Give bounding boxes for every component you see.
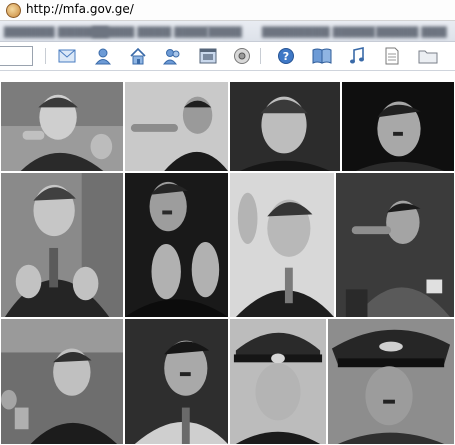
photo-grid (0, 76, 455, 445)
icon-toolbar: ? (0, 42, 455, 71)
folder-icon[interactable] (418, 46, 438, 66)
portrait-image (328, 319, 454, 444)
document-icon[interactable] (382, 46, 402, 66)
blurred-link[interactable]: ▇▇▇▇ (208, 25, 242, 38)
portrait-image (1, 82, 123, 171)
portrait-image (230, 319, 326, 444)
photo-tile[interactable] (124, 81, 229, 172)
home-icon[interactable] (128, 46, 148, 66)
portrait-image (125, 319, 228, 444)
links-toolbar: ▇▇▇▇▇▇ ▇▇▇▇▇▇ ▇▇▇▇▇ ▇▇▇▇ ▇▇▇▇ ▇▇▇▇ ▇▇▇▇▇… (0, 21, 455, 42)
window-icon[interactable] (198, 46, 218, 66)
mail-icon[interactable] (57, 46, 77, 66)
address-bar[interactable]: http://mfa.gov.ge/ (0, 0, 455, 21)
photo-tile[interactable] (0, 172, 124, 318)
blurred-link[interactable]: ▇▇▇▇▇ ▇▇▇▇ ▇▇▇▇ (92, 25, 208, 38)
portrait-image (342, 82, 454, 171)
blurred-link[interactable]: ▇▇▇▇▇▇▇▇ ▇▇▇▇▇ (262, 25, 375, 38)
photo-tile[interactable] (0, 81, 124, 172)
search-input[interactable] (0, 46, 33, 66)
portrait-image (336, 173, 454, 317)
toolbar-separator (45, 48, 46, 64)
portrait-image (1, 319, 123, 444)
media-icon[interactable] (232, 46, 252, 66)
photo-tile[interactable] (124, 318, 229, 445)
photo-tile[interactable] (0, 318, 124, 445)
music-icon[interactable] (347, 46, 367, 66)
photo-tile[interactable] (341, 81, 455, 172)
site-favicon-icon (6, 3, 21, 18)
photo-tile[interactable] (327, 318, 455, 445)
portrait-image (230, 82, 340, 171)
portrait-image (1, 173, 123, 317)
help-icon[interactable]: ? (276, 46, 296, 66)
portrait-image (230, 173, 334, 317)
photo-tile[interactable] (124, 172, 229, 318)
users-icon[interactable] (163, 46, 183, 66)
photo-tile[interactable] (229, 172, 335, 318)
book-icon[interactable] (312, 46, 332, 66)
photo-tile[interactable] (335, 172, 455, 318)
portrait-image (125, 82, 228, 171)
toolbar-separator (260, 48, 261, 64)
blurred-link[interactable]: ▇▇▇▇▇ ▇▇▇ (376, 25, 447, 38)
photo-tile[interactable] (229, 318, 327, 445)
photo-tile[interactable] (229, 81, 341, 172)
url-text[interactable]: http://mfa.gov.ge/ (26, 2, 134, 16)
svg-text:?: ? (283, 50, 289, 63)
user-icon[interactable] (93, 46, 113, 66)
portrait-image (125, 173, 228, 317)
